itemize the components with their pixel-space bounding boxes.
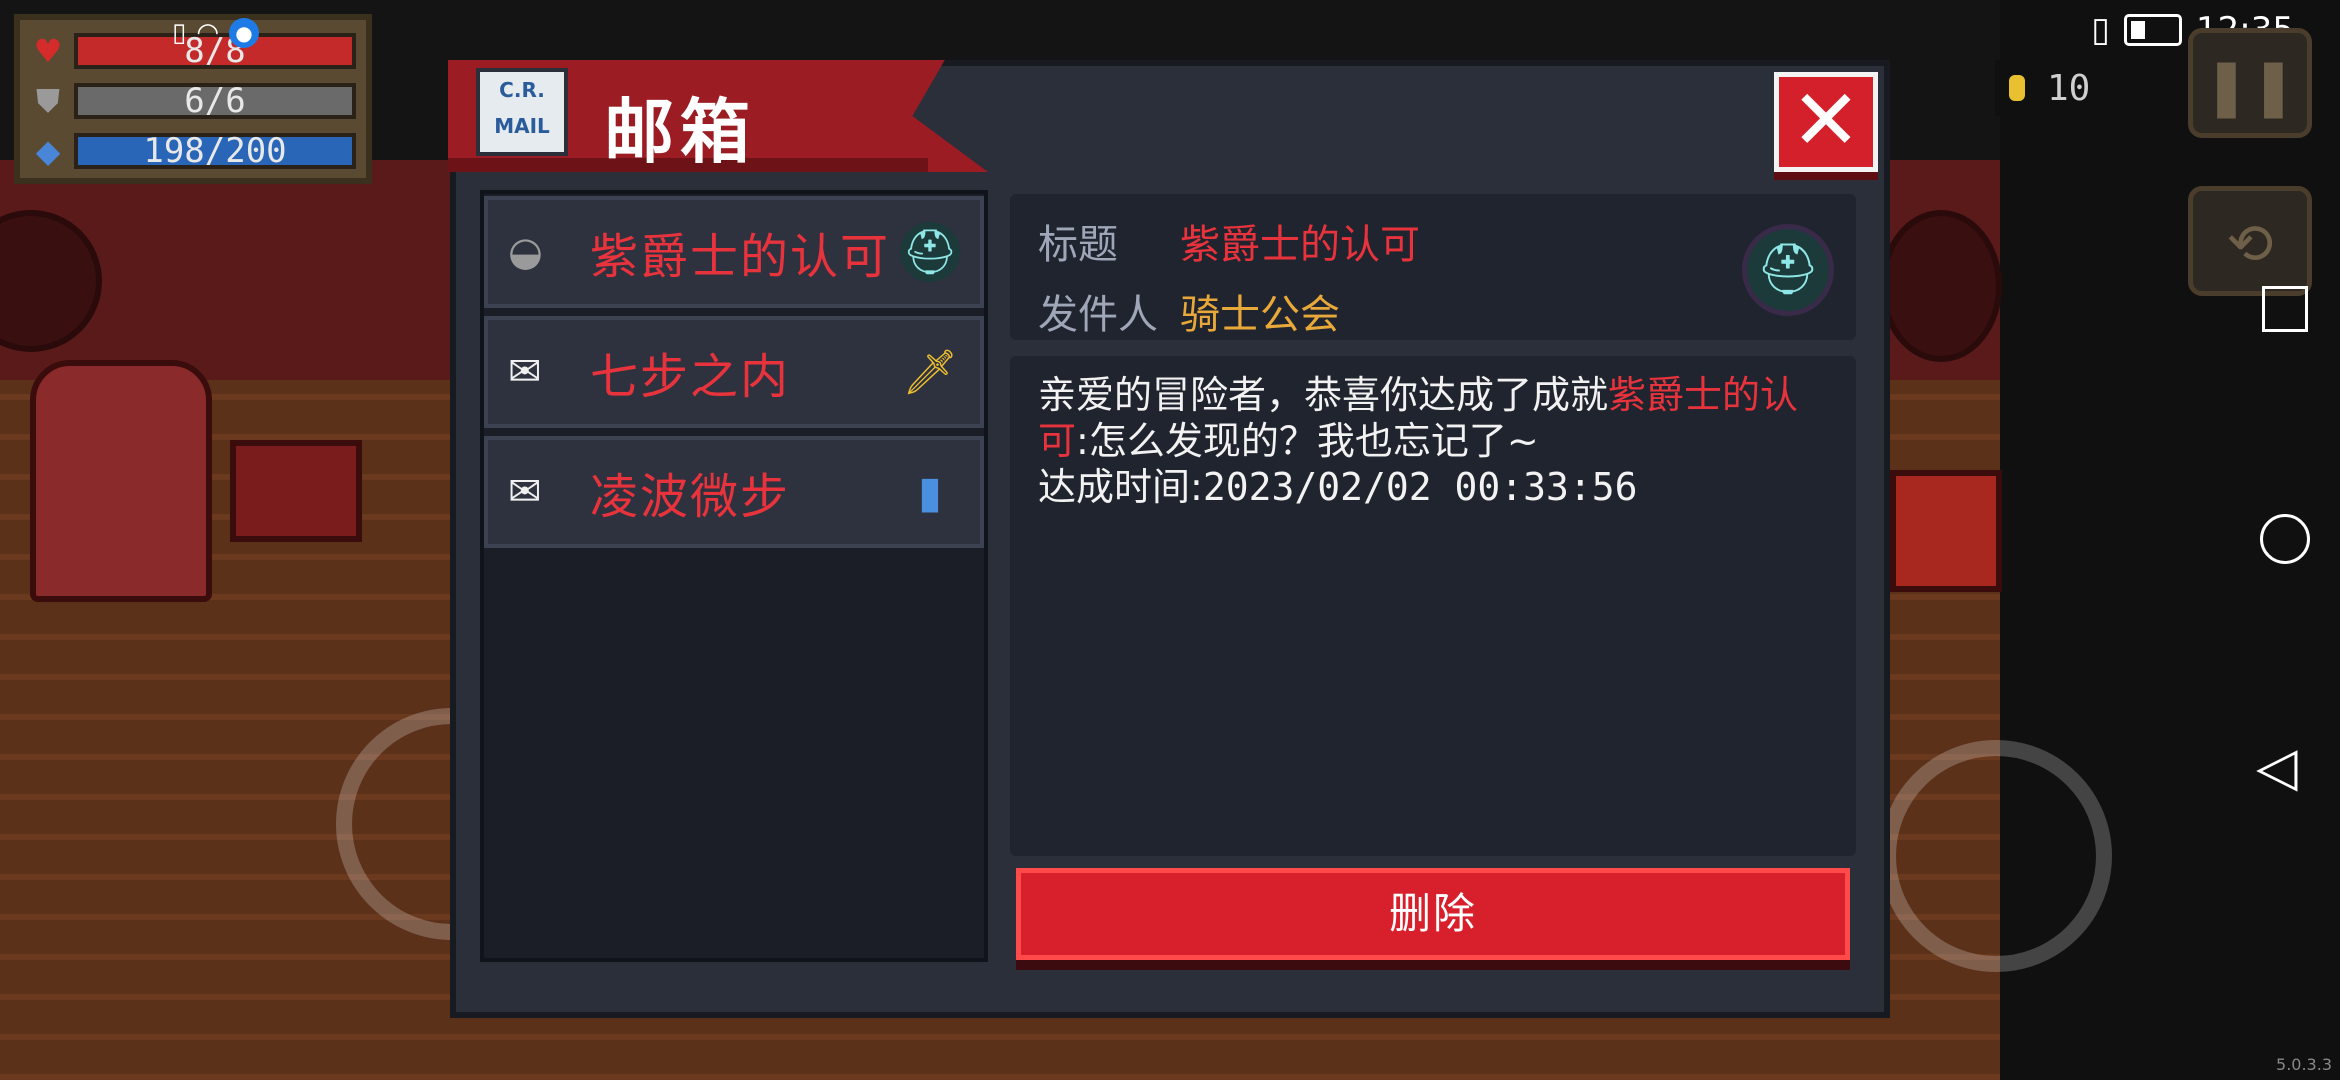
mail-list-item[interactable]: ✉ 七步之内 🗡 [484, 316, 984, 428]
body-text: :怎么发现的？我也忘记了~ [1076, 419, 1539, 463]
red-cabinet [1890, 470, 2002, 592]
book-icon: ▮ [917, 466, 943, 518]
sender-name: 骑士公会 [1180, 292, 1340, 338]
mail-list-item[interactable]: ◒ 紫爵士的认可 ⛑ [484, 196, 984, 308]
sim-icon: ▯ [172, 18, 187, 48]
wall-ornament [1880, 210, 2002, 362]
battery-icon [2124, 14, 2183, 46]
body-text: 亲爱的冒险者，恭喜你达成了成就 [1038, 373, 1609, 417]
recent-apps-icon[interactable] [2262, 286, 2308, 332]
armor-row: ⛊ 6/6 [30, 78, 356, 124]
shield-icon: ⛊ [35, 81, 60, 120]
delete-button[interactable]: 删除 [1016, 868, 1850, 960]
energy-bar: 198/200 [74, 133, 356, 169]
weapon-stand [230, 440, 362, 542]
sender-avatar-icon: ⛑ [1742, 224, 1834, 316]
mail-icon: C.R. MAIL [476, 68, 568, 156]
mail-title: 紫爵士的认可 [1180, 222, 1420, 268]
sender-label: 发件人 [1038, 292, 1158, 338]
mail-item-title: 七步之内 [590, 349, 791, 405]
version-label: 5.0.3.3 [2276, 1055, 2332, 1074]
mail-body: 亲爱的冒险者，恭喜你达成了成就紫爵士的认可:怎么发现的？我也忘记了~ 达成时间:… [1038, 372, 1838, 510]
coin-value: 10 [2047, 67, 2091, 109]
dialog-title: 邮箱 [604, 91, 756, 173]
weapon-swap-button[interactable]: ⟲ [2188, 186, 2312, 296]
energy-row: ◆ 198/200 [30, 128, 356, 174]
back-icon[interactable]: ◁ [2256, 740, 2310, 794]
heart-icon: ♥ [33, 32, 63, 70]
envelope-icon: ✉ [508, 349, 542, 395]
energy-diamond-icon: ◆ [35, 132, 61, 170]
close-button[interactable]: ✕ [1774, 72, 1878, 172]
app-notification-icon: ● [229, 18, 259, 48]
achieved-time-value: 2023/02/02 00:33:56 [1202, 465, 1638, 509]
gacha-machine [30, 360, 212, 602]
knight-helmet-icon: ⛑ [900, 222, 960, 282]
mail-item-title: 凌波微步 [590, 469, 791, 525]
open-envelope-icon: ◒ [508, 229, 543, 275]
armor-bar: 6/6 [74, 83, 356, 119]
hotspot-icon: ◠ [196, 18, 219, 48]
mail-item-title: 紫爵士的认可 [590, 229, 891, 285]
home-icon[interactable] [2260, 514, 2310, 564]
mail-list-item[interactable]: ✉ 凌波微步 ▮ [484, 436, 984, 548]
sword-icon: 🗡 [902, 347, 958, 398]
coin-icon [2009, 75, 2025, 101]
envelope-icon: ✉ [508, 469, 542, 515]
attack-button-ring[interactable] [1880, 740, 2112, 972]
notification-icons: ▯ ◠ ● [172, 18, 259, 48]
achieved-time-label: 达成时间: [1038, 465, 1203, 509]
pause-button[interactable]: ❚❚ [2188, 28, 2312, 138]
coin-counter: 10 [1995, 60, 2165, 116]
vibrate-icon: ▯ [2091, 10, 2111, 50]
title-label: 标题 [1038, 222, 1118, 268]
